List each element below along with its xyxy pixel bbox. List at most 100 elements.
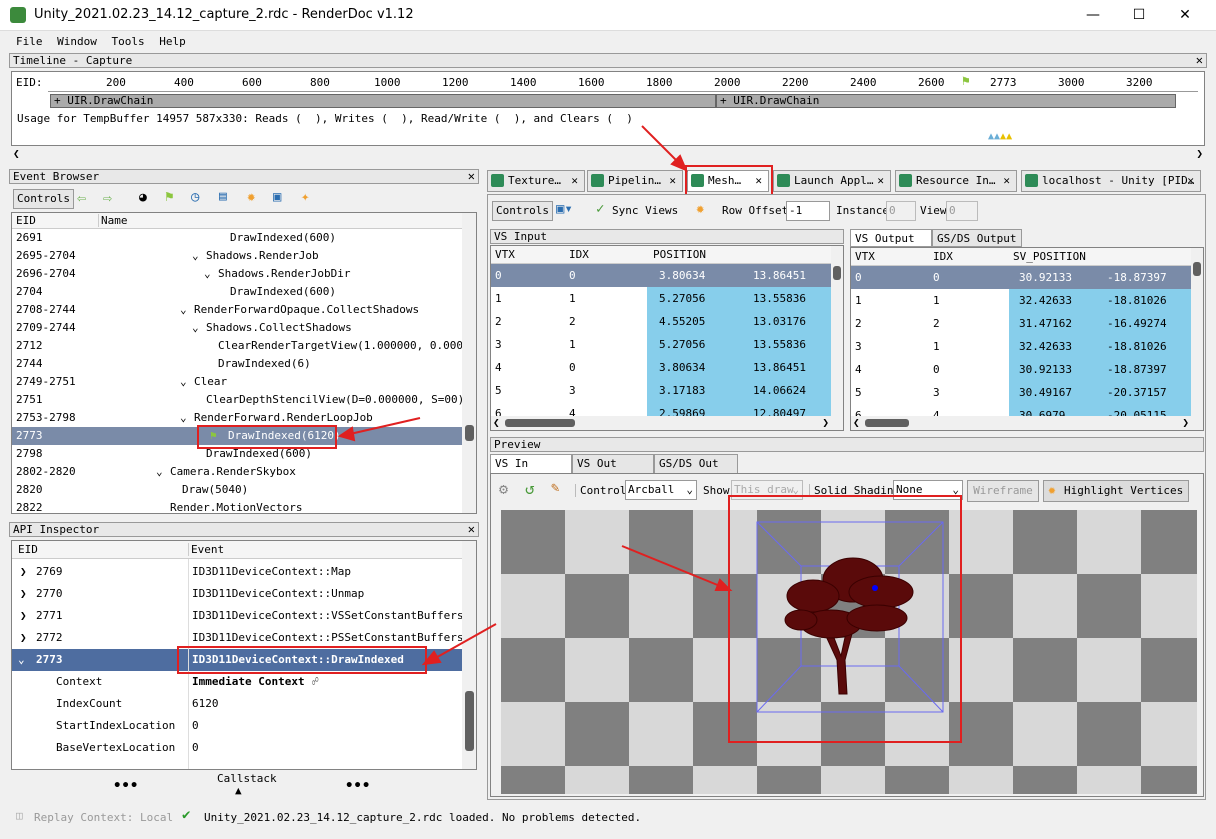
bookmark-flag-icon[interactable]: ⚑ xyxy=(165,189,173,205)
view-input[interactable]: 0 xyxy=(946,201,978,221)
vs-output-hscroll[interactable]: ❮ ❯ xyxy=(851,416,1191,430)
vs-output-row[interactable]: 2 2 31.47162 -16.49274 xyxy=(851,312,1191,335)
vs-output-tab[interactable]: VS Output xyxy=(850,229,932,247)
reset-icon[interactable]: ↺ xyxy=(525,479,535,498)
drawchain-bar-2[interactable]: + UIR.DrawChain xyxy=(716,94,1176,108)
more-icon[interactable]: ••• xyxy=(345,778,370,794)
menu-file[interactable]: File xyxy=(16,35,43,48)
vs-output-vscroll[interactable] xyxy=(1191,248,1203,430)
close-icon[interactable]: ✕ xyxy=(1196,54,1203,67)
vs-input-row-selected[interactable]: 0 0 3.80634 13.86451 xyxy=(491,264,831,287)
event-row[interactable]: 2712 ClearRenderTargetView(1.000000, 0.00… xyxy=(12,337,476,355)
row-offset-input[interactable]: -1 xyxy=(786,201,830,221)
vs-output-row-selected[interactable]: 0 0 30.92133 -18.87397 xyxy=(851,266,1191,289)
event-row[interactable]: 2704 DrawIndexed(600) xyxy=(12,283,462,301)
api-row[interactable]: ❯ 2772 ID3D11DeviceContext::PSSetConstantB… xyxy=(12,627,464,649)
vs-output-row[interactable]: 1 1 32.42633 -18.81026 xyxy=(851,289,1191,312)
close-button[interactable]: ✕ xyxy=(1162,0,1208,31)
sync-icon[interactable]: ✓ xyxy=(596,201,604,217)
callstack-label[interactable]: Callstack xyxy=(217,772,277,785)
vs-input-row[interactable]: 2 2 4.55205 13.03176 xyxy=(491,310,831,333)
menu-tools[interactable]: Tools xyxy=(112,35,145,48)
gear-icon[interactable]: ✹ xyxy=(247,189,255,205)
camera-mode-select[interactable]: Arcball ⌄ xyxy=(625,480,697,500)
api-param-row[interactable]: IndexCount 6120 xyxy=(12,693,462,715)
preview-tab-vs-in[interactable]: VS In xyxy=(490,454,572,474)
clock-icon[interactable]: ◷ xyxy=(191,189,199,205)
tab-mesh[interactable]: Mesh… ✕ xyxy=(687,170,769,192)
event-row[interactable]: 2691 DrawIndexed(600) xyxy=(12,229,462,247)
picker-icon[interactable]: ✎ xyxy=(551,480,559,496)
event-row[interactable]: 2744 DrawIndexed(6) xyxy=(12,355,462,373)
timeline-area[interactable]: EID: 200 400 600 800 1000 1200 1400 1600… xyxy=(11,71,1205,146)
save-icon[interactable]: ▣▾ xyxy=(556,201,573,217)
event-row[interactable]: 2820 Draw(5040) xyxy=(12,481,462,499)
close-icon[interactable]: ✕ xyxy=(468,523,475,536)
show-select[interactable]: This draw ⌄ xyxy=(731,480,803,500)
preview-tab-gsds-out[interactable]: GS/DS Out xyxy=(654,454,738,474)
wireframe-button[interactable]: Wireframe xyxy=(967,480,1039,502)
link-icon[interactable]: ☍ xyxy=(312,671,319,693)
back-arrow-icon[interactable]: ⇦ xyxy=(77,189,86,207)
event-row[interactable]: 2753-2798 ⌄ RenderForward.RenderLoopJob xyxy=(12,409,462,427)
event-row[interactable]: 2696-2704 ⌄ Shadows.RenderJobDir xyxy=(12,265,462,283)
puzzle-icon[interactable]: ✦ xyxy=(301,189,309,205)
tab-launch[interactable]: Launch Appl… ✕ xyxy=(773,170,891,192)
close-icon[interactable]: ✕ xyxy=(468,170,475,183)
sync-views-label[interactable]: Sync Views xyxy=(612,204,678,217)
tab-resource[interactable]: Resource In… ✕ xyxy=(895,170,1017,192)
vs-output-row[interactable]: 4 0 30.92133 -18.87397 xyxy=(851,358,1191,381)
vs-output-row[interactable]: 5 3 30.49167 -20.37157 xyxy=(851,381,1191,404)
vs-input-row[interactable]: 3 1 5.27056 13.55836 xyxy=(491,333,831,356)
vs-input-vscroll[interactable] xyxy=(831,246,843,430)
binoculars-icon[interactable]: ◕ xyxy=(139,190,147,205)
maximize-button[interactable]: ☐ xyxy=(1116,0,1162,31)
replay-context-label[interactable]: Replay Context: Local xyxy=(34,811,173,824)
tab-pipeline[interactable]: Pipelin… ✕ xyxy=(587,170,683,192)
collapse-arrow-icon[interactable]: ▲ xyxy=(235,784,242,797)
instance-input[interactable]: 0 xyxy=(886,201,916,221)
event-row[interactable]: 2695-2704 ⌄ Shadows.RenderJob xyxy=(12,247,462,265)
gsds-output-tab[interactable]: GS/DS Output xyxy=(932,229,1022,247)
preview-viewport[interactable] xyxy=(501,510,1197,794)
controls-button[interactable]: Controls xyxy=(13,189,74,209)
solid-shading-select[interactable]: None ⌄ xyxy=(893,480,963,500)
event-row[interactable]: 2751 ClearDepthStencilView(D=0.000000, S=… xyxy=(12,391,464,409)
tab-texture[interactable]: Texture… ✕ xyxy=(487,170,585,192)
stats-icon[interactable]: ▤ xyxy=(219,189,227,204)
save-icon[interactable]: ▣ xyxy=(273,189,281,205)
timeline-scrollbar[interactable]: ❮ ❯ xyxy=(11,147,1205,161)
callstack-splitter[interactable]: ••• Callstack ▲ ••• xyxy=(9,772,479,799)
api-row[interactable]: ❯ 2770 ID3D11DeviceContext::Unmap xyxy=(12,583,462,605)
vs-input-row[interactable]: 1 1 5.27056 13.55836 xyxy=(491,287,831,310)
vs-input-row[interactable]: 5 3 3.17183 14.06624 xyxy=(491,379,831,402)
highlight-vertices-button[interactable]: ✹ Highlight Vertices xyxy=(1043,480,1189,502)
settings-icon[interactable]: ⚙ xyxy=(499,480,508,498)
forward-arrow-icon[interactable]: ⇨ xyxy=(103,189,112,207)
api-param-row[interactable]: StartIndexLocation 0 xyxy=(12,715,462,737)
preview-tab-vs-out[interactable]: VS Out xyxy=(572,454,654,474)
vs-input-hscroll[interactable]: ❮ ❯ xyxy=(491,416,831,430)
gear-icon[interactable]: ✹ xyxy=(696,201,704,217)
event-scrollbar[interactable] xyxy=(462,213,476,513)
more-icon[interactable]: ••• xyxy=(113,778,138,794)
api-row[interactable]: ❯ 2769 ID3D11DeviceContext::Map xyxy=(12,561,462,583)
vs-output-row[interactable]: 3 1 32.42633 -18.81026 xyxy=(851,335,1191,358)
event-row[interactable]: 2708-2744 ⌄ RenderForwardOpaque.CollectSha… xyxy=(12,301,462,319)
event-row[interactable]: 2709-2744 ⌄ Shadows.CollectShadows xyxy=(12,319,462,337)
event-row[interactable]: 2822 Render.MotionVectors xyxy=(12,499,462,513)
minimize-button[interactable]: — xyxy=(1070,0,1116,31)
api-param-row[interactable]: BaseVertexLocation 0 xyxy=(12,737,462,759)
controls-button[interactable]: Controls xyxy=(492,201,553,221)
api-scrollbar[interactable] xyxy=(462,541,476,769)
api-param-row[interactable]: Context Immediate Context ☍ xyxy=(12,671,462,693)
api-row[interactable]: ❯ 2771 ID3D11DeviceContext::VSSetConstantB… xyxy=(12,605,464,627)
event-row[interactable]: 2802-2820 ⌄ Camera.RenderSkybox xyxy=(12,463,462,481)
tab-localhost[interactable]: localhost - Unity [PID… ✕ xyxy=(1021,170,1201,192)
api-row-selected[interactable]: ⌄ 2773 ID3D11DeviceContext::DrawIndexed xyxy=(12,649,462,671)
event-row-selected[interactable]: 2773 ⚑ DrawIndexed(6120) xyxy=(12,427,462,445)
menu-window[interactable]: Window xyxy=(57,35,97,48)
drawchain-bar-1[interactable]: + UIR.DrawChain xyxy=(50,94,716,108)
menu-help[interactable]: Help xyxy=(159,35,186,48)
event-row[interactable]: 2798 DrawIndexed(600) xyxy=(12,445,462,463)
